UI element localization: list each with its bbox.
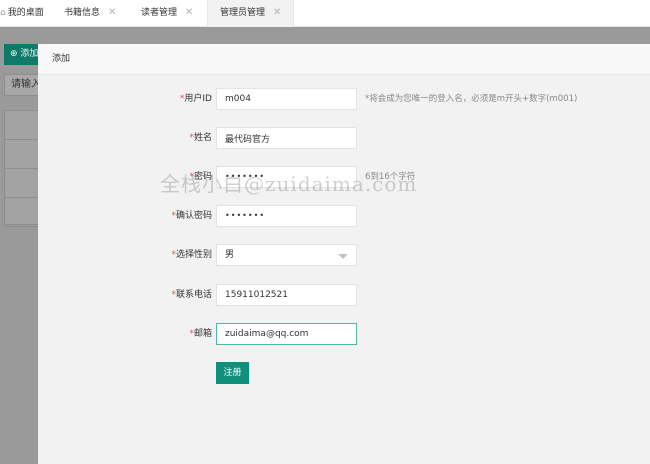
tab-books[interactable]: 书籍信息 ✕ [64,0,116,26]
gender-row: *选择性别 男 [38,244,650,266]
name-input[interactable] [216,127,357,149]
confirm-password-input[interactable]: ••••••• [216,205,357,227]
tab-readers[interactable]: 读者管理 ✕ [141,0,193,26]
userid-hint: *将会成为您唯一的登入名，必须是m开头+数字(m001) [365,94,578,104]
phone-row: *联系电话 [38,284,650,306]
tab-desktop[interactable]: ⌂ 我的桌面 [0,0,44,26]
gender-value: 男 [225,250,235,260]
close-icon[interactable]: ✕ [185,7,193,18]
userid-input[interactable] [216,88,357,110]
phone-label: *联系电话 [171,290,212,300]
password-hint: 6到16个字符 [365,172,416,182]
close-icon[interactable]: ✕ [108,7,116,18]
tab-label: 书籍信息 [64,8,101,18]
password-label: *密码 [189,172,212,182]
gender-select[interactable]: 男 [216,244,357,266]
password-input[interactable]: ••••••• [216,166,357,188]
name-label: *姓名 [189,133,212,143]
tab-label: 我的桌面 [7,8,44,18]
tab-bar: ⌂ 我的桌面 书籍信息 ✕ 读者管理 ✕ 管理员管理 ✕ [0,0,650,27]
dialog-title: 添加 [38,44,650,75]
confirm-password-label: *确认密码 [171,211,212,221]
phone-input[interactable] [216,284,357,306]
tab-label: 管理员管理 [220,8,266,18]
tab-label: 读者管理 [141,8,178,18]
add-admin-dialog: 添加 *用户ID *将会成为您唯一的登入名，必须是m开头+数字(m001) *姓… [38,44,650,464]
home-icon: ⌂ [0,8,6,18]
password-row: *密码 ••••••• 6到16个字符 [38,166,650,188]
email-input[interactable] [216,323,357,345]
tab-admins[interactable]: 管理员管理 ✕ [207,0,295,27]
email-row: *邮箱 [38,323,650,345]
name-row: *姓名 [38,127,650,149]
email-label: *邮箱 [189,329,212,339]
userid-label: *用户ID [179,94,212,104]
close-icon[interactable]: ✕ [273,7,281,18]
register-button[interactable]: 注册 [216,362,249,384]
confirm-password-row: *确认密码 ••••••• [38,205,650,227]
userid-row: *用户ID *将会成为您唯一的登入名，必须是m开头+数字(m001) [38,88,650,110]
chevron-down-icon [338,254,348,259]
gender-label: *选择性别 [171,250,212,260]
